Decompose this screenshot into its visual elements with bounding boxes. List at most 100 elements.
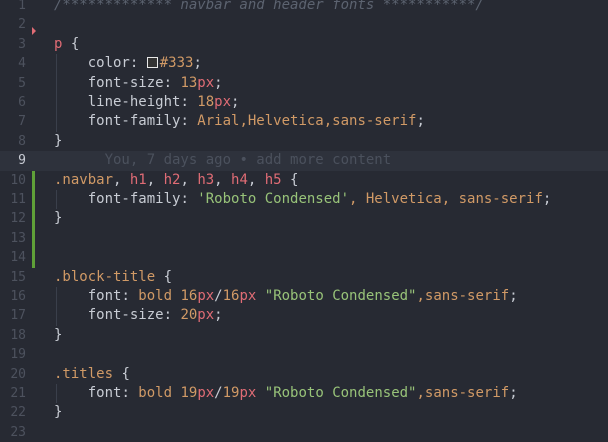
line-number: 8 [18,133,26,149]
git-deleted-indicator[interactable] [32,27,36,36]
line-number: 19 [10,347,26,363]
code-line[interactable]: 21 font: bold 19px/19px "Roboto Condense… [0,384,608,404]
code-line[interactable]: 20 .titles { [0,365,608,384]
unit: px [214,94,232,110]
closing-brace: } [54,132,63,149]
code-line[interactable]: 3 p { [0,35,608,54]
code-text: font-size: 13px; [54,74,223,93]
property-name: font-size [87,307,164,324]
string: "Roboto Condensed" [264,288,417,304]
separator: , [214,171,232,188]
colon: : [180,94,198,110]
line-number: 2 [18,17,26,33]
number: 19 [180,385,198,401]
class-selector: .navbar [54,171,114,188]
semicolon: ; [509,288,518,304]
line-number: 16 [10,289,26,304]
unit: px [197,307,215,324]
keyword: bold [138,385,173,401]
code-line[interactable]: 9 You, 7 days ago • add more content [0,151,608,171]
class-selector: .titles [54,365,114,382]
line-number: 20 [10,366,26,382]
semicolon: ; [542,191,552,207]
line-number: 22 [10,405,26,421]
git-added-indicator[interactable] [32,170,35,268]
code-text: color: #333; [54,54,202,73]
code-line[interactable]: 23 [0,423,608,442]
number: 20 [180,307,198,324]
closing-brace: } [54,326,63,343]
code-editor[interactable]: 1 /************* navbar and header fonts … [0,0,608,442]
code-line[interactable]: 22} [0,403,608,422]
tag-selector: h4 [231,171,248,188]
line-number: 1 [18,0,26,13]
separator: , [146,171,164,188]
property-value: #333 [159,55,194,72]
colon: : [121,288,139,304]
closing-brace: } [54,210,63,227]
keyword: bold [138,288,173,304]
property-value: , Helvetica, sans-serif [349,191,543,207]
separator: , [247,171,265,188]
colon: : [180,113,198,130]
code-text: .titles { [54,365,130,384]
code-line[interactable]: 2 [0,15,608,34]
line-number: 11 [10,192,26,207]
property-name: font-size [87,74,164,91]
line-number: 10 [10,172,26,188]
line-number: 12 [10,211,26,227]
tag-selector: h2 [163,171,181,188]
brace: { [155,268,173,285]
semicolon: ; [231,94,240,110]
code-line[interactable]: 12} [0,209,608,228]
property-name: line-height [87,94,181,110]
string: "Roboto Condensed" [264,385,417,401]
code-line[interactable]: 14 [0,248,608,267]
code-line[interactable]: 18} [0,326,608,345]
line-number: 7 [18,114,26,130]
semicolon: ; [214,307,223,324]
unit: px [239,385,257,401]
number: 16 [180,288,198,304]
property-name: color [87,55,130,72]
property-value: ,sans-serif [416,288,510,304]
code-text: font: bold 19px/19px "Roboto Condensed",… [54,384,518,403]
unit: px [197,385,215,401]
code-line[interactable]: 11 font-family: 'Roboto Condensed', Helv… [0,190,608,210]
git-blame-annotation: You, 7 days ago • add more content [104,152,392,169]
line-number: 5 [18,75,26,91]
tag-selector: h1 [129,171,147,188]
code-line[interactable]: 8} [0,132,608,151]
slash: / [214,385,223,401]
color-swatch [146,56,158,68]
number: 13 [180,74,198,91]
class-selector: .block-title [54,268,156,285]
closing-brace: } [54,404,63,421]
code-text: p { [54,35,79,54]
code-line[interactable]: 5 font-size: 13px; [0,73,608,93]
code-line[interactable]: 16 font: bold 16px/16px "Roboto Condense… [0,287,608,307]
code-line[interactable]: 7 font-family: Arial,Helvetica,sans-seri… [0,112,608,132]
number: 16 [222,288,240,304]
line-number: 3 [18,36,26,52]
colon: : [163,307,181,324]
code-line[interactable]: 6 line-height: 18px; [0,93,608,113]
code-line[interactable]: 17 font-size: 20px; [0,306,608,326]
string: 'Roboto Condensed' [197,191,350,207]
code-line[interactable]: 1 /************* navbar and header fonts … [0,0,608,15]
code-text: .block-title { [54,268,172,287]
tag-selector: h5 [264,171,282,188]
semicolon: ; [509,385,518,401]
code-text: You, 7 days ago • add more content [54,151,392,170]
colon: : [180,191,198,207]
line-number: 15 [10,269,26,285]
semicolon: ; [214,74,223,91]
code-line[interactable]: 19 [0,345,608,364]
code-line[interactable]: 10 .navbar, h1, h2, h3, h4, h5 { [0,171,608,190]
code-line[interactable]: 4 color: #333; [0,54,608,74]
brace: { [113,365,130,382]
code-text: font: bold 16px/16px "Roboto Condensed",… [54,287,518,306]
code-text: /************* navbar and header fonts *… [54,0,484,15]
code-line[interactable]: 15 .block-title { [0,268,608,287]
code-line[interactable]: 13 [0,229,608,248]
